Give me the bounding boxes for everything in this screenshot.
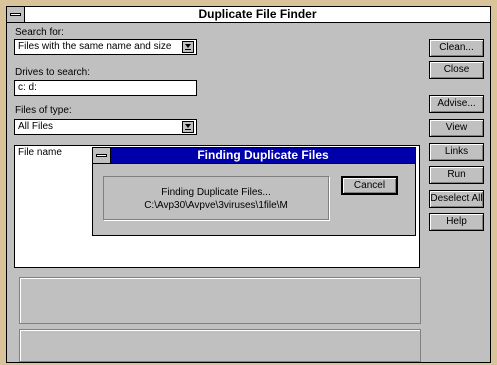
run-button[interactable]: Run: [429, 166, 484, 184]
title-bar[interactable]: Duplicate File Finder: [7, 7, 490, 23]
status-panel-top: [19, 277, 421, 324]
dialog-title: Finding Duplicate Files: [197, 148, 329, 162]
dialog-system-menu-button[interactable]: [93, 148, 111, 163]
file-type-dropdown[interactable]: All Files: [14, 119, 197, 135]
clean-button[interactable]: Clean...: [429, 39, 484, 57]
search-for-dropdown[interactable]: Files with the same name and size: [14, 39, 197, 55]
dialog-message-box: Finding Duplicate Files... C:\Avp30\Avpv…: [103, 176, 329, 220]
dialog-title-bar[interactable]: Finding Duplicate Files: [93, 148, 415, 164]
dialog-message-path: C:\Avp30\Avpve\3viruses\1file\M: [144, 200, 288, 211]
drives-label: Drives to search:: [15, 67, 91, 78]
window-title: Duplicate File Finder: [198, 7, 317, 21]
search-for-dropdown-arrow-icon[interactable]: [182, 41, 194, 53]
main-window: Duplicate File Finder Search for: Files …: [6, 6, 491, 363]
drives-input[interactable]: c: d:: [14, 80, 197, 96]
close-button[interactable]: Close: [429, 61, 484, 79]
dialog-message-line1: Finding Duplicate Files...: [161, 187, 271, 198]
advise-button[interactable]: Advise...: [429, 95, 484, 113]
system-menu-icon: [10, 13, 21, 16]
system-menu-button[interactable]: [7, 7, 25, 22]
status-panel-bottom: [19, 329, 421, 362]
cancel-button[interactable]: Cancel: [341, 176, 398, 195]
file-type-label: Files of type:: [15, 105, 72, 116]
file-type-dropdown-arrow-icon[interactable]: [182, 121, 194, 133]
search-for-value: Files with the same name and size: [18, 41, 172, 52]
file-type-value: All Files: [18, 121, 54, 132]
help-button[interactable]: Help: [429, 213, 484, 231]
search-for-label: Search for:: [15, 27, 64, 38]
view-button[interactable]: View: [429, 119, 484, 137]
links-button[interactable]: Links: [429, 143, 484, 161]
finding-duplicates-dialog: Finding Duplicate Files Finding Duplicat…: [92, 147, 416, 236]
dialog-system-menu-icon: [96, 154, 107, 157]
deselect-all-button[interactable]: Deselect All: [429, 190, 484, 208]
file-name-column-header[interactable]: File name: [18, 147, 62, 158]
